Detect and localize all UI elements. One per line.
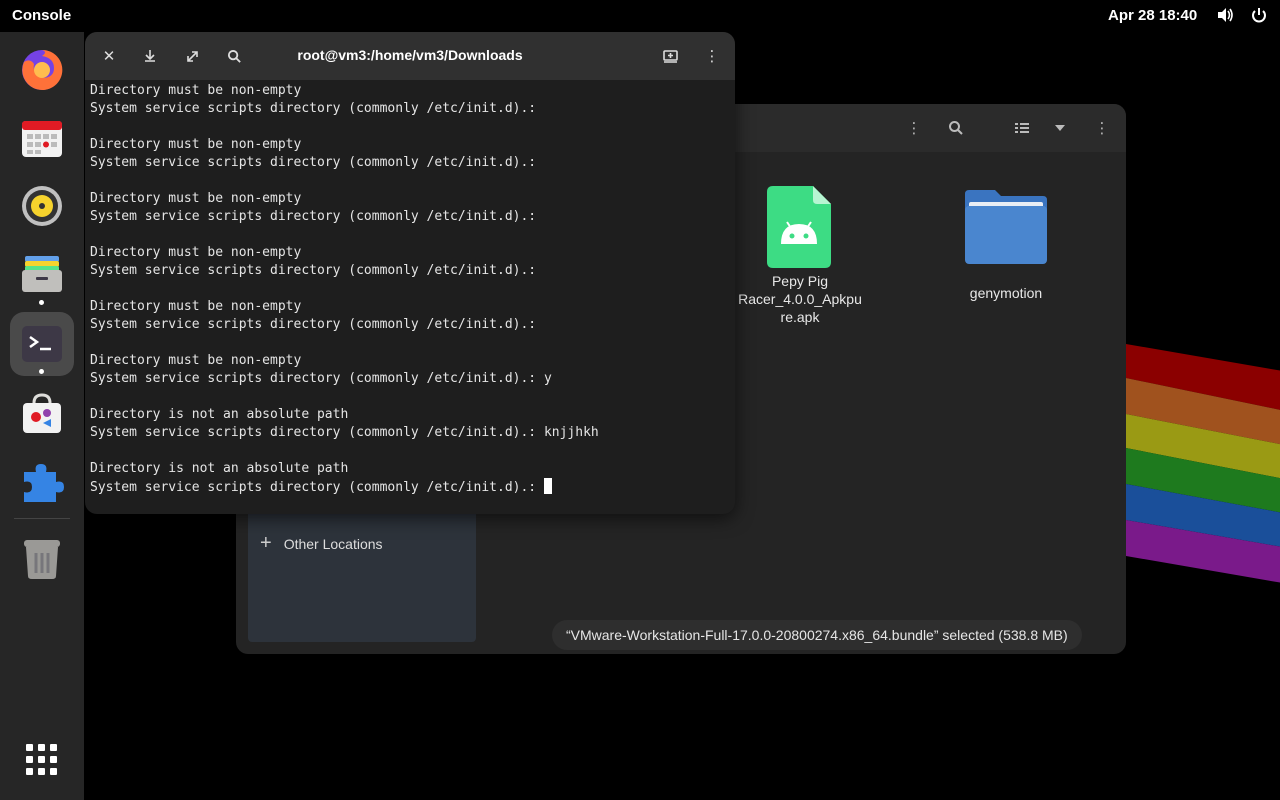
terminal-line: System service scripts directory (common… bbox=[90, 209, 537, 224]
terminal-cursor bbox=[543, 478, 552, 494]
desktop: ⋮ ⋮ Pepy Pig Racer_4.0.0_Apkpu re.apk ge… bbox=[0, 0, 1280, 800]
running-indicator bbox=[39, 369, 44, 374]
active-app-label[interactable]: Console bbox=[12, 7, 71, 24]
clock-label[interactable]: Apr 28 18:40 bbox=[1108, 7, 1197, 24]
kebab-menu-icon[interactable]: ⋮ bbox=[702, 46, 722, 66]
terminal-line: Directory is not an absolute path bbox=[90, 407, 349, 422]
folder-icon bbox=[965, 190, 1047, 264]
dock-item-console[interactable] bbox=[10, 312, 74, 376]
sidebar-item-other-locations[interactable]: + Other Locations bbox=[260, 532, 383, 555]
selection-status-label: “VMware-Workstation-Full-17.0.0-20800274… bbox=[552, 620, 1082, 650]
terminal-line: System service scripts directory (common… bbox=[90, 101, 537, 116]
chevron-down-icon[interactable] bbox=[1050, 118, 1070, 138]
terminal-window[interactable]: ✕ root@vm3:/home/vm3/Downloads ⋮ Directo… bbox=[85, 32, 735, 514]
search-icon[interactable] bbox=[946, 118, 966, 138]
terminal-line: Directory must be non-empty bbox=[90, 299, 302, 314]
plus-icon: + bbox=[260, 532, 272, 554]
terminal-line: System service scripts directory (common… bbox=[90, 425, 599, 440]
terminal-line: Directory must be non-empty bbox=[90, 83, 302, 98]
dock-item-calendar[interactable] bbox=[10, 106, 74, 170]
terminal-line: System service scripts directory (common… bbox=[90, 317, 537, 332]
terminal-line: Directory must be non-empty bbox=[90, 191, 302, 206]
volume-icon[interactable] bbox=[1216, 6, 1236, 26]
power-icon[interactable] bbox=[1250, 6, 1270, 26]
app-grid-icon bbox=[26, 744, 57, 775]
list-view-icon[interactable] bbox=[1012, 118, 1032, 138]
file-name-line: re.apk bbox=[780, 309, 820, 325]
file-name-line: Racer_4.0.0_Apkpu bbox=[738, 291, 862, 307]
puzzle-icon bbox=[24, 464, 64, 502]
terminal-line: Directory must be non-empty bbox=[90, 137, 302, 152]
file-name-line: Pepy Pig bbox=[771, 273, 829, 289]
file-item-genymotion[interactable]: genymotion bbox=[931, 190, 1081, 302]
kebab-menu-icon[interactable]: ⋮ bbox=[904, 118, 924, 138]
terminal-line: System service scripts directory (common… bbox=[90, 263, 537, 278]
running-indicator bbox=[39, 300, 44, 305]
main-menu-icon[interactable]: ⋮ bbox=[1092, 118, 1112, 138]
terminal-header-bar: ✕ root@vm3:/home/vm3/Downloads ⋮ bbox=[85, 32, 735, 80]
files-sidebar bbox=[248, 504, 476, 642]
terminal-line: System service scripts directory (common… bbox=[90, 155, 537, 170]
top-bar: Console Apr 28 18:40 bbox=[0, 0, 1280, 32]
file-item-apk[interactable]: Pepy Pig Racer_4.0.0_Apkpu re.apk bbox=[725, 186, 875, 326]
terminal-output[interactable]: Directory must be non-empty System servic… bbox=[90, 82, 730, 496]
terminal-icon bbox=[22, 326, 62, 362]
file-name-line: genymotion bbox=[969, 285, 1043, 301]
sidebar-item-label: Other Locations bbox=[283, 535, 383, 552]
terminal-line: System service scripts directory (common… bbox=[90, 478, 730, 496]
files-icon bbox=[22, 256, 62, 292]
android-apk-icon bbox=[767, 186, 831, 268]
music-icon bbox=[22, 186, 62, 226]
dock-item-extensions[interactable] bbox=[10, 450, 74, 514]
terminal-line: Directory is not an absolute path bbox=[90, 461, 349, 476]
dock bbox=[0, 32, 84, 800]
terminal-line: Directory must be non-empty bbox=[90, 353, 302, 368]
trash-icon bbox=[24, 540, 60, 579]
software-icon bbox=[23, 393, 61, 433]
calendar-icon bbox=[22, 121, 62, 157]
terminal-line: System service scripts directory (common… bbox=[90, 371, 552, 386]
new-tab-icon[interactable] bbox=[660, 46, 680, 66]
dock-separator bbox=[14, 518, 70, 519]
terminal-line: Directory must be non-empty bbox=[90, 245, 302, 260]
show-apps-button[interactable] bbox=[10, 728, 74, 792]
terminal-title: root@vm3:/home/vm3/Downloads bbox=[297, 47, 523, 63]
dock-item-software[interactable] bbox=[10, 382, 74, 446]
dock-item-files[interactable] bbox=[10, 242, 74, 306]
dock-item-trash[interactable] bbox=[10, 526, 74, 590]
dock-item-music[interactable] bbox=[10, 174, 74, 238]
firefox-icon bbox=[22, 49, 63, 90]
dock-item-firefox[interactable] bbox=[10, 38, 74, 102]
